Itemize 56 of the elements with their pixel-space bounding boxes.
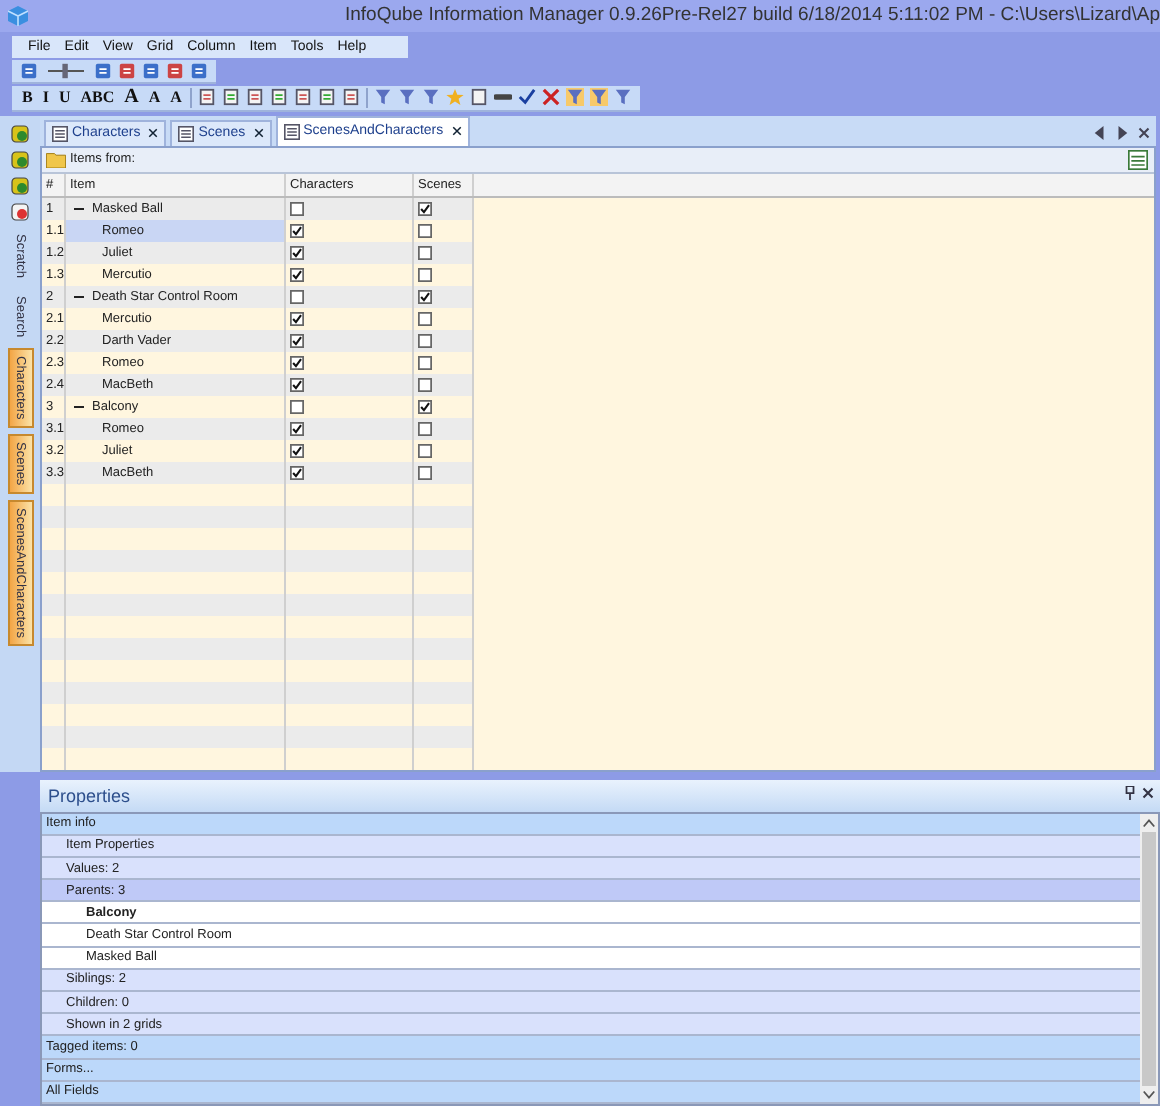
format-button[interactable]: A: [168, 88, 184, 107]
checkbox[interactable]: [290, 245, 304, 260]
checkbox[interactable]: [418, 201, 432, 216]
checkbox[interactable]: [290, 377, 304, 392]
format-button[interactable]: A: [122, 86, 141, 109]
checkbox[interactable]: [290, 355, 304, 370]
collapse-icon[interactable]: [74, 291, 84, 302]
scroll-right-icon[interactable]: [1116, 125, 1128, 140]
checkbox[interactable]: [418, 399, 432, 414]
format-button[interactable]: A: [146, 88, 163, 107]
scroll-left-icon[interactable]: [1094, 125, 1106, 140]
checkbox[interactable]: [290, 311, 304, 326]
format-button[interactable]: I: [40, 88, 51, 107]
checkbox[interactable]: [418, 245, 432, 260]
collapse-icon[interactable]: [74, 401, 84, 412]
close-icon[interactable]: [1142, 785, 1154, 800]
collapse-icon[interactable]: [74, 203, 84, 214]
slider-icon[interactable]: [44, 62, 88, 81]
checkbox[interactable]: [418, 289, 432, 304]
format-button[interactable]: B: [20, 88, 35, 107]
close-icon[interactable]: [148, 128, 159, 139]
scroll-down-icon[interactable]: [1142, 1089, 1156, 1100]
panel-title: Properties: [48, 785, 131, 806]
app-cube-icon: [8, 5, 28, 26]
format-button[interactable]: ABC: [78, 88, 117, 107]
checkbox[interactable]: [290, 267, 304, 282]
checkbox[interactable]: [418, 377, 432, 392]
checkbox[interactable]: [418, 267, 432, 282]
checkbox[interactable]: [418, 443, 432, 458]
grid-export-icon[interactable]: [1128, 149, 1148, 170]
checkbox[interactable]: [418, 465, 432, 480]
window-title: InfoQube Information Manager 0.9.26Pre-Rel27 build 6/18/2014 5:11:02 PM - C:\Users\Lizard\Ap: [345, 4, 1160, 27]
checkbox[interactable]: [290, 421, 304, 436]
format-button[interactable]: U: [56, 88, 73, 107]
scroll-thumb[interactable]: [1142, 831, 1156, 1086]
cross-icon[interactable]: [541, 88, 560, 107]
checkbox[interactable]: [290, 223, 304, 238]
checkbox[interactable]: [418, 333, 432, 348]
checkbox[interactable]: [418, 223, 432, 238]
checkbox[interactable]: [418, 311, 432, 326]
scrollbar[interactable]: [1140, 813, 1158, 1104]
checkbox[interactable]: [418, 421, 432, 436]
scroll-up-icon[interactable]: [1142, 817, 1156, 828]
close-icon[interactable]: [451, 126, 462, 137]
close-icon[interactable]: [1138, 125, 1150, 140]
check-icon[interactable]: [517, 88, 536, 107]
checkbox[interactable]: [290, 465, 304, 480]
checkbox[interactable]: [290, 399, 304, 414]
checkbox[interactable]: [290, 289, 304, 304]
pin-icon[interactable]: [1124, 785, 1136, 800]
checkbox[interactable]: [418, 355, 432, 370]
checkbox[interactable]: [290, 333, 304, 348]
star-icon[interactable]: [445, 88, 464, 107]
close-icon[interactable]: [253, 128, 264, 139]
checkbox[interactable]: [290, 443, 304, 458]
checkbox[interactable]: [290, 201, 304, 216]
